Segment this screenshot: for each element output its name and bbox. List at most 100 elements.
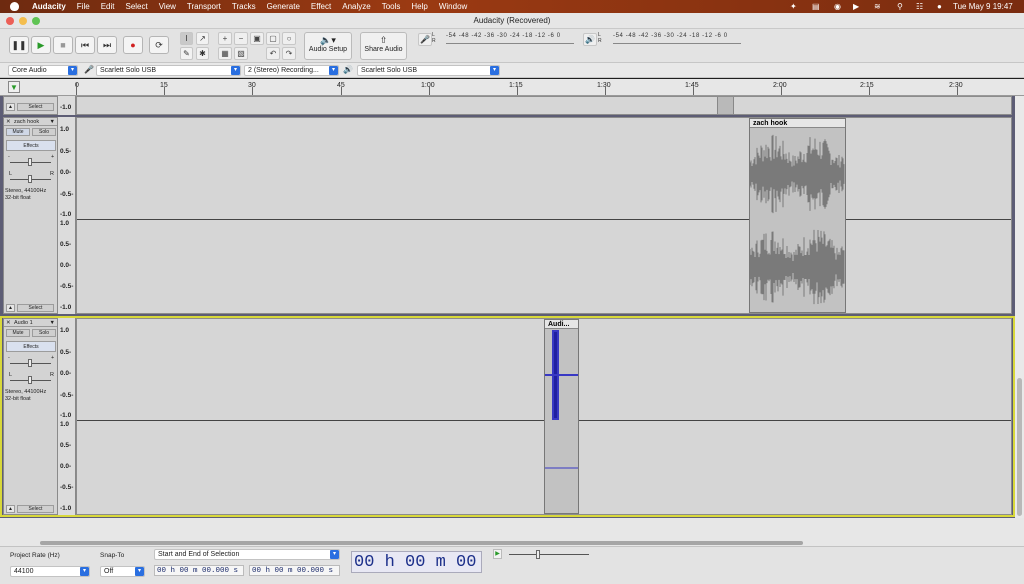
record-status-icon[interactable]: ◉ [834, 2, 841, 11]
collapse-icon[interactable]: ▲ [6, 505, 15, 513]
effects-button[interactable]: Effects [6, 341, 56, 352]
close-window-button[interactable] [6, 17, 14, 25]
minimize-window-button[interactable] [19, 17, 27, 25]
menu-edit[interactable]: Edit [101, 2, 115, 11]
collapse-icon[interactable]: ▲ [6, 103, 15, 111]
menu-clock[interactable]: Tue May 9 19:47 [953, 2, 1013, 11]
track-control-panel-top[interactable]: ▲ Select [3, 96, 58, 115]
envelope-tool-icon[interactable]: ↗ [196, 32, 209, 45]
apple-icon[interactable] [10, 2, 19, 11]
menu-select[interactable]: Select [125, 2, 147, 11]
control-center-icon[interactable]: ☷ [916, 2, 923, 11]
skip-to-end-button[interactable]: ⏭ [97, 36, 117, 54]
clip[interactable] [717, 97, 734, 114]
playback-meter-scale[interactable]: -54 -48 -42 -36 -30 -24 -18 -12 -6 0 [613, 33, 728, 39]
fit-selection-icon[interactable]: ▣ [250, 32, 264, 45]
menu-app[interactable]: Audacity [32, 2, 66, 11]
zoom-window-button[interactable] [32, 17, 40, 25]
select-track-button[interactable]: Select [17, 505, 54, 513]
recording-device-select[interactable]: Scarlett Solo USB ▾ [96, 65, 241, 76]
audio-position-time[interactable]: 00 h 00 m 00 s [351, 551, 482, 573]
playback-meter[interactable] [613, 43, 741, 47]
tv-icon[interactable]: ▤ [812, 2, 820, 11]
zoom-toggle-icon[interactable]: ○ [282, 32, 296, 45]
menu-transport[interactable]: Transport [187, 2, 221, 11]
stop-button[interactable]: ■ [53, 36, 73, 54]
gain-slider-thumb[interactable] [28, 359, 32, 367]
play-speed-slider-thumb[interactable] [536, 550, 540, 559]
snap-to-select[interactable]: Off ▾ [100, 566, 145, 577]
track-panel[interactable]: ▲ Select -1.0 ✕ zach hook ▼ Mute Solo Ef… [0, 96, 1015, 518]
mute-button[interactable]: Mute [6, 128, 30, 136]
loop-button[interactable]: ⟳ [149, 36, 169, 54]
clip-title[interactable]: zach hook [750, 119, 845, 128]
undo-icon[interactable]: ↶ [266, 47, 280, 60]
play-at-speed-icon[interactable]: ▶ [493, 549, 502, 559]
gain-slider-thumb[interactable] [28, 158, 32, 166]
search-icon[interactable]: ⚲ [897, 2, 903, 11]
project-rate-select[interactable]: 44100 ▾ [10, 566, 90, 577]
silence-audio-icon[interactable]: ▧ [234, 47, 248, 60]
menu-analyze[interactable]: Analyze [342, 2, 370, 11]
solo-button[interactable]: Solo [32, 329, 56, 337]
select-track-button[interactable]: Select [17, 103, 54, 111]
share-audio-button[interactable]: ⇧ Share Audio [360, 32, 407, 60]
play-speed-slider[interactable] [509, 554, 589, 555]
track-lane-zach-hook[interactable]: zach hook [76, 117, 1012, 314]
selection-tool-icon[interactable]: I [180, 32, 193, 45]
microphone-icon[interactable]: 🎤 [418, 33, 432, 46]
pan-slider-thumb[interactable] [28, 376, 32, 384]
multi-tool-icon[interactable]: ✱ [196, 47, 209, 60]
selection-end-time[interactable]: 00 h 00 m 00.000 s [249, 565, 340, 576]
trim-audio-icon[interactable]: ▦ [218, 47, 232, 60]
track-lane-top[interactable] [76, 96, 1012, 115]
menu-generate[interactable]: Generate [267, 2, 300, 11]
track-lane-audio-1[interactable]: Audi... [76, 318, 1012, 515]
bird-icon[interactable]: ✦ [790, 2, 797, 11]
select-track-button[interactable]: Select [17, 304, 54, 312]
effects-button[interactable]: Effects [6, 140, 56, 151]
audio-setup-button[interactable]: 🔈▾ Audio Setup [304, 32, 352, 60]
vertical-scrollbar-thumb[interactable] [1017, 378, 1022, 516]
zoom-in-icon[interactable]: + [218, 32, 232, 45]
menu-help[interactable]: Help [411, 2, 427, 11]
record-meter[interactable] [446, 43, 574, 47]
play-status-icon[interactable]: ▶ [853, 2, 859, 11]
clip-title[interactable]: Audi... [545, 320, 578, 329]
recording-channels-select[interactable]: 2 (Stereo) Recording... ▾ [244, 65, 339, 76]
play-button[interactable]: ▶ [31, 36, 51, 54]
menu-tools[interactable]: Tools [382, 2, 401, 11]
fit-project-icon[interactable]: ▢ [266, 32, 280, 45]
menu-view[interactable]: View [159, 2, 176, 11]
menu-effect[interactable]: Effect [311, 2, 331, 11]
clip-zach-hook[interactable]: zach hook [749, 118, 846, 313]
playback-device-select[interactable]: Scarlett Solo USB ▾ [357, 65, 500, 76]
selection-mode-select[interactable]: Start and End of Selection ▾ [154, 549, 340, 560]
menu-file[interactable]: File [77, 2, 90, 11]
solo-button[interactable]: Solo [32, 128, 56, 136]
track-name-menu[interactable]: ✕ Audio 1 ▼ [4, 319, 57, 327]
record-meter-scale[interactable]: -54 -48 -42 -36 -30 -24 -18 -12 -6 0 [446, 33, 561, 39]
zoom-out-icon[interactable]: − [234, 32, 248, 45]
pause-button[interactable]: ❚❚ [9, 36, 29, 54]
playback-speaker-icon[interactable]: 🔊 [583, 33, 597, 46]
audio-host-select[interactable]: Core Audio ▾ [8, 65, 78, 76]
menu-window[interactable]: Window [439, 2, 467, 11]
track-name-menu[interactable]: ✕ zach hook ▼ [4, 118, 57, 126]
collapse-icon[interactable]: ▲ [6, 304, 15, 312]
siri-icon[interactable]: ● [937, 2, 942, 11]
wifi-icon[interactable]: ≋ [874, 2, 881, 11]
menu-tracks[interactable]: Tracks [232, 2, 256, 11]
track-control-panel-zach-hook[interactable]: ✕ zach hook ▼ Mute Solo Effects - + L R … [3, 117, 58, 314]
horizontal-scrollbar-thumb[interactable] [40, 541, 803, 545]
timeline-options-button[interactable]: ▼ [8, 81, 20, 93]
mute-button[interactable]: Mute [6, 329, 30, 337]
selection-start-time[interactable]: 00 h 00 m 00.000 s [154, 565, 244, 576]
pan-slider-thumb[interactable] [28, 175, 32, 183]
clip-audio-1[interactable]: Audi... [544, 319, 579, 514]
record-button[interactable]: ● [123, 36, 143, 54]
draw-tool-icon[interactable]: ✎ [180, 47, 193, 60]
track-control-panel-audio-1[interactable]: ✕ Audio 1 ▼ Mute Solo Effects - + L R St… [3, 318, 58, 515]
skip-to-start-button[interactable]: ⏮ [75, 36, 95, 54]
timeline-ruler[interactable]: ▼ 0 15 30 45 1:00 1:15 1:30 1:45 2:00 2:… [0, 79, 1024, 96]
